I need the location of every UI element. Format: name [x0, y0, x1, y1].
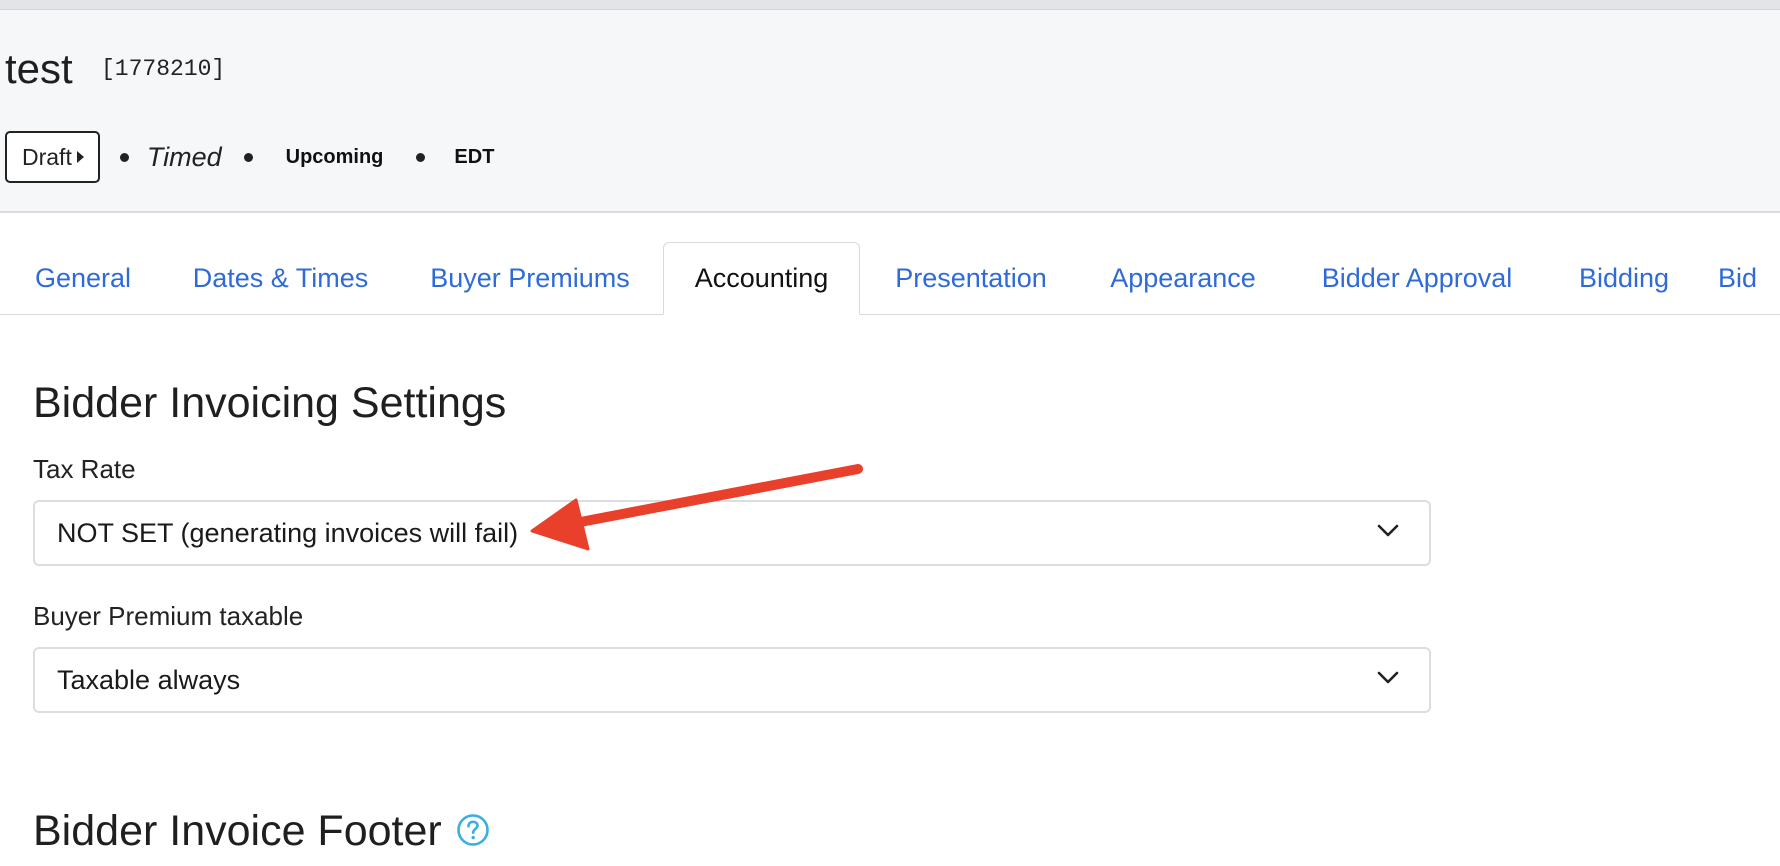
separator-dot [119, 152, 129, 162]
auction-state: Upcoming [285, 145, 384, 168]
status-button-label: Draft [22, 143, 72, 170]
tab-presentation[interactable]: Presentation [880, 242, 1062, 314]
chevron-down-icon [1377, 671, 1399, 684]
tab-general[interactable]: General [20, 242, 146, 314]
buyer-premium-taxable-select[interactable]: Taxable always [33, 647, 1431, 713]
question-circle-icon[interactable] [456, 813, 490, 847]
auction-type: Timed [146, 141, 222, 172]
invoice-footer-title: Bidder Invoice Footer [33, 807, 442, 855]
tax-rate-value: NOT SET (generating invoices will fail) [57, 517, 519, 548]
tab-bar: General Dates & Times Buyer Premiums Acc… [0, 242, 1780, 315]
chevron-down-icon [1377, 524, 1399, 537]
tab-bidder-approval[interactable]: Bidder Approval [1303, 242, 1531, 314]
separator-dot [243, 152, 253, 162]
tab-accounting[interactable]: Accounting [663, 242, 860, 315]
tax-rate-select[interactable]: NOT SET (generating invoices will fail) [33, 500, 1431, 566]
tab-dates-times[interactable]: Dates & Times [176, 242, 385, 314]
status-dropdown-button[interactable]: Draft [5, 131, 100, 183]
buyer-premium-taxable-label: Buyer Premium taxable [33, 601, 304, 631]
status-row: Draft Timed Upcoming EDT [5, 130, 494, 184]
tab-buyer-premiums[interactable]: Buyer Premiums [415, 242, 645, 314]
buyer-premium-taxable-value: Taxable always [57, 664, 241, 695]
auction-id: [1778210] [101, 56, 226, 82]
auction-timezone: EDT [454, 145, 495, 168]
caret-right-icon [76, 151, 84, 163]
tax-rate-label: Tax Rate [33, 454, 136, 484]
auction-header: test [1778210] Draft Timed Upcoming EDT [0, 10, 1780, 213]
tab-bidding[interactable]: Bidding [1567, 242, 1681, 314]
tab-bid[interactable]: Bid [1718, 242, 1780, 314]
invoicing-settings-title: Bidder Invoicing Settings [33, 379, 507, 427]
separator-dot [416, 152, 426, 162]
page-title: test [5, 45, 73, 92]
tab-appearance[interactable]: Appearance [1096, 242, 1270, 314]
top-strip [0, 0, 1780, 10]
